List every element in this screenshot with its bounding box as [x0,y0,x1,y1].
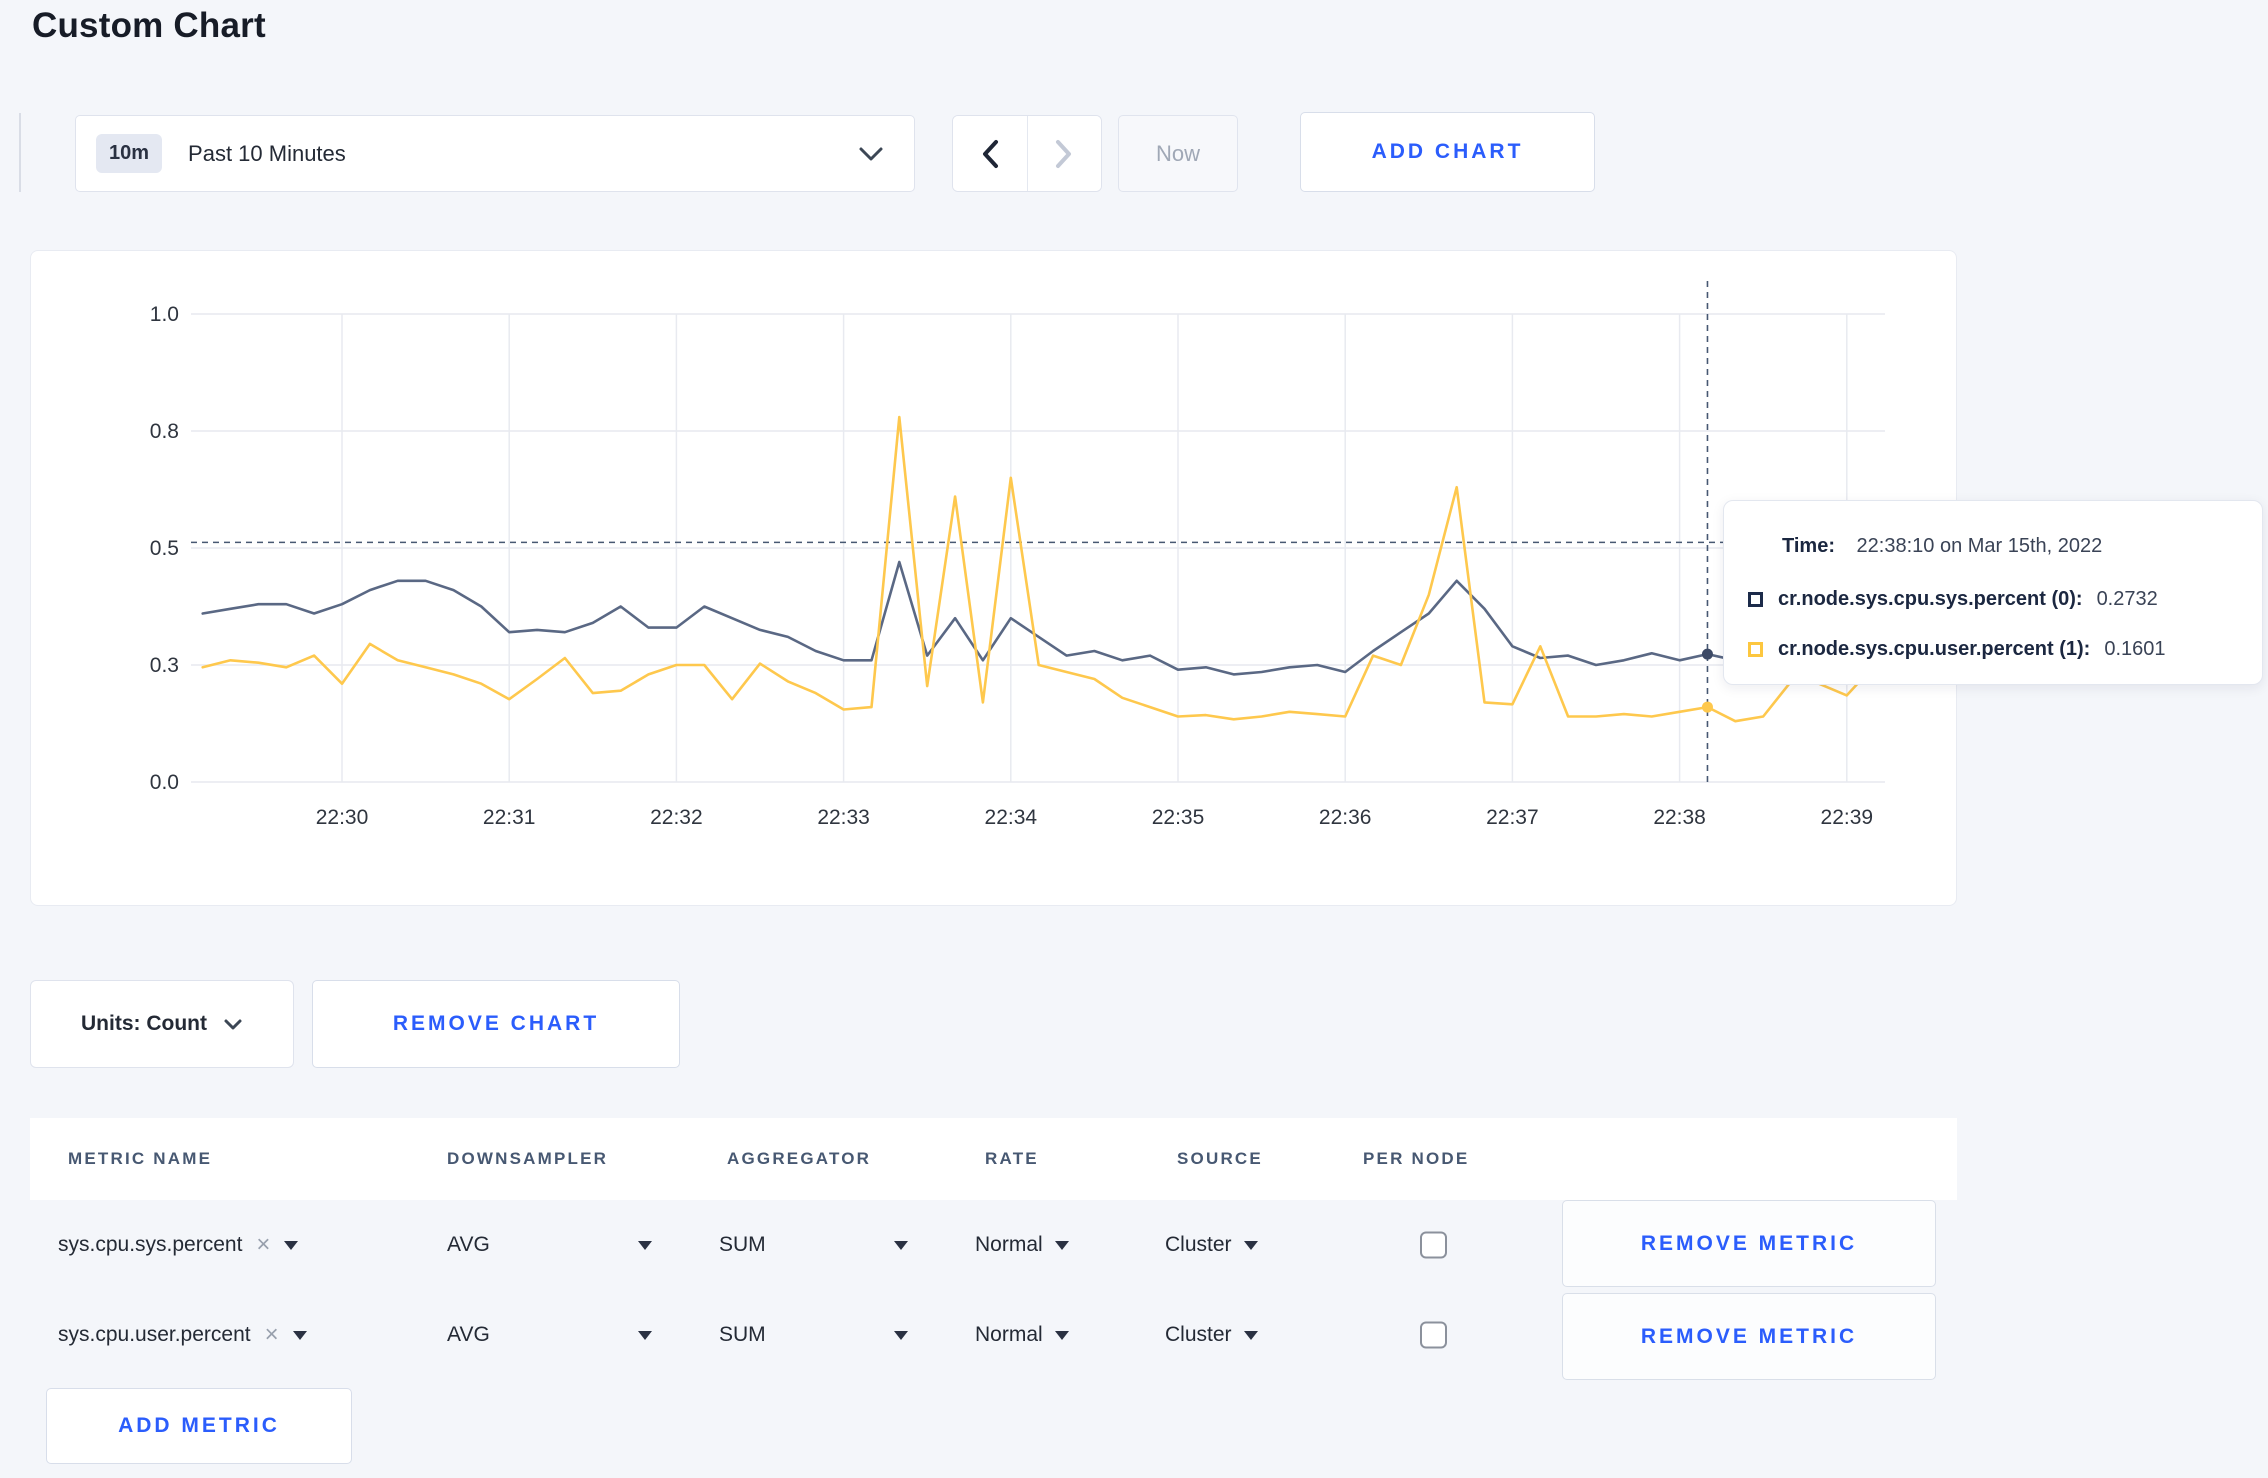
downsampler-value: AVG [447,1233,490,1256]
svg-text:22:39: 22:39 [1821,806,1874,829]
chart-card: 22:30 22:31 22:32 22:33 22:34 22:35 22:36 22:37… [30,250,1957,906]
time-pager [952,115,1102,192]
metric-name-select[interactable]: sys.cpu.sys.percent × [58,1233,299,1257]
metric-row: sys.cpu.user.percent × AVG SUM Normal Cl… [30,1290,1957,1380]
source-value: Cluster [1165,1233,1232,1256]
caret-down-icon [1054,1240,1069,1250]
remove-chart-button[interactable]: REMOVE CHART [312,980,680,1068]
clear-icon[interactable]: × [256,1233,270,1257]
col-header-rate: RATE [985,1149,1039,1168]
caret-down-icon [894,1240,908,1250]
col-header-source: SOURCE [1177,1149,1263,1168]
clear-icon[interactable]: × [265,1323,279,1347]
aggregator-value: SUM [719,1323,766,1346]
downsampler-value: AVG [447,1323,490,1346]
col-header-aggregator: AGGREGATOR [727,1149,872,1168]
chevron-down-icon [859,147,883,160]
tooltip-time-row: Time: 22:38:10 on Mar 15th, 2022 [1782,535,2102,558]
per-node-checkbox[interactable] [1420,1321,1447,1349]
metric-name-select[interactable]: sys.cpu.user.percent × [58,1323,307,1347]
downsampler-select[interactable]: AVG [447,1233,652,1257]
chevron-right-icon [1056,139,1072,168]
metrics-table-header: METRIC NAME DOWNSAMPLER AGGREGATOR RATE … [30,1118,1957,1200]
add-chart-button[interactable]: ADD CHART [1300,112,1595,192]
now-button[interactable]: Now [1118,115,1238,192]
svg-text:22:33: 22:33 [817,806,870,829]
remove-metric-button[interactable]: REMOVE METRIC [1562,1293,1936,1380]
aggregator-select[interactable]: SUM [719,1233,908,1257]
rate-value: Normal [975,1323,1043,1346]
toolbar-left-divider [19,113,21,192]
source-select[interactable]: Cluster [1165,1323,1258,1347]
tooltip-series-label: cr.node.sys.cpu.sys.percent (0): [1778,587,2083,610]
cpu-line-chart[interactable]: 22:30 22:31 22:32 22:33 22:34 22:35 22:36 22:37… [31,251,1958,907]
tooltip-time-value: 22:38:10 on Mar 15th, 2022 [1856,535,2103,557]
time-window-badge: 10m [96,134,163,173]
svg-text:22:34: 22:34 [985,806,1038,829]
tooltip-series-value: 0.2732 [2096,587,2158,610]
svg-text:0.0: 0.0 [150,771,179,794]
caret-down-icon [292,1330,307,1340]
caret-down-icon [638,1330,652,1340]
rate-select[interactable]: Normal [975,1323,1069,1347]
prev-time-button[interactable] [953,116,1028,191]
source-value: Cluster [1165,1323,1232,1346]
time-window-label: Past 10 Minutes [188,140,346,166]
tooltip-series-value: 0.1601 [2104,637,2166,660]
downsampler-select[interactable]: AVG [447,1323,652,1347]
caret-down-icon [638,1240,652,1250]
svg-text:0.8: 0.8 [150,420,179,443]
col-header-per-node: PER NODE [1363,1149,1470,1168]
caret-down-icon [1243,1330,1258,1340]
aggregator-value: SUM [719,1233,766,1256]
source-select[interactable]: Cluster [1165,1233,1258,1257]
svg-text:22:38: 22:38 [1653,806,1706,829]
col-header-metric-name: METRIC NAME [68,1149,213,1168]
chevron-down-icon [224,1019,242,1029]
series-swatch-icon [1748,591,1763,607]
chart-tooltip: Time: 22:38:10 on Mar 15th, 2022 cr.node… [1723,500,2263,685]
svg-text:22:37: 22:37 [1486,806,1539,829]
chevron-left-icon [982,139,998,168]
next-time-button[interactable] [1027,116,1101,191]
svg-text:0.3: 0.3 [150,654,179,677]
metric-row: sys.cpu.sys.percent × AVG SUM Normal Clu… [30,1200,1957,1290]
svg-text:22:31: 22:31 [483,806,536,829]
caret-down-icon [894,1330,908,1340]
rate-value: Normal [975,1233,1043,1256]
tooltip-series-row: cr.node.sys.cpu.sys.percent (0): 0.2732 [1748,587,2158,611]
per-node-checkbox[interactable] [1420,1231,1447,1259]
svg-text:22:35: 22:35 [1152,806,1205,829]
svg-text:22:32: 22:32 [650,806,703,829]
series-swatch-icon [1748,641,1763,657]
caret-down-icon [1243,1240,1258,1250]
tooltip-series-label: cr.node.sys.cpu.user.percent (1): [1778,637,2091,660]
aggregator-select[interactable]: SUM [719,1323,908,1347]
caret-down-icon [1054,1330,1069,1340]
svg-text:22:36: 22:36 [1319,806,1372,829]
units-dropdown[interactable]: Units: Count [30,980,294,1068]
time-window-dropdown[interactable]: 10m Past 10 Minutes [75,115,915,192]
tooltip-time-label: Time: [1782,535,1835,557]
tooltip-series-row: cr.node.sys.cpu.user.percent (1): 0.1601 [1748,637,2166,661]
page-title: Custom Chart [32,6,266,45]
col-header-downsampler: DOWNSAMPLER [447,1149,609,1168]
metric-name-value: sys.cpu.sys.percent [58,1233,243,1256]
rate-select[interactable]: Normal [975,1233,1069,1257]
svg-text:0.5: 0.5 [150,537,179,560]
add-metric-button[interactable]: ADD METRIC [46,1388,352,1464]
remove-metric-button[interactable]: REMOVE METRIC [1562,1200,1936,1287]
metric-name-value: sys.cpu.user.percent [58,1323,251,1346]
svg-text:22:30: 22:30 [316,806,369,829]
caret-down-icon [284,1240,299,1250]
units-label: Units: Count [81,1012,207,1035]
svg-text:1.0: 1.0 [150,303,179,326]
